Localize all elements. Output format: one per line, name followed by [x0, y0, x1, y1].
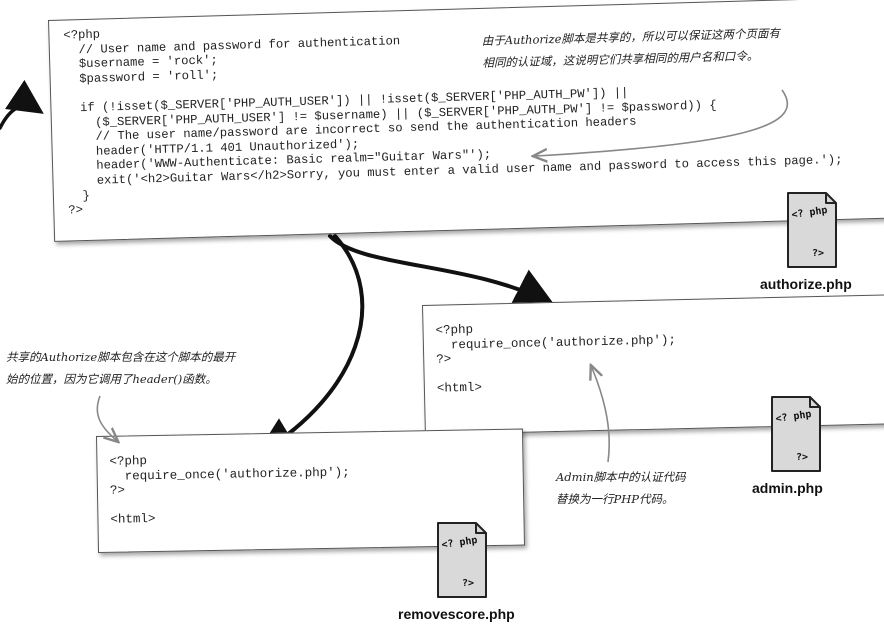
- admin-file-label: admin.php: [752, 480, 823, 496]
- code-line: <html>: [436, 380, 483, 396]
- admin-code: <?php require_once('authorize.php'); ?> …: [435, 318, 677, 396]
- annotation-line: 共享的Authorize脚本包含在这个脚本的最开: [6, 350, 236, 364]
- arrow-to-admin: [328, 234, 556, 306]
- code-line: <?php: [63, 27, 101, 43]
- php-file-icon: <? php ?>: [771, 396, 821, 472]
- php-file-icon: <? php ?>: [437, 522, 487, 598]
- annotation-shared-realm: 由于Authorize脚本是共享的，所以可以保证这两个页面有 相同的认证域，这说…: [481, 22, 780, 74]
- code-line: <?php: [435, 322, 474, 338]
- code-line: <?php: [109, 454, 148, 469]
- code-line: ?>: [68, 203, 84, 218]
- annotation-line: 始的位置，因为它调用了header()函数。: [6, 372, 217, 386]
- php-file-icon: <? php ?>: [787, 192, 837, 268]
- annotation-line: Admin脚本中的认证代码: [556, 470, 686, 484]
- authorize-file-label: authorize.php: [760, 276, 852, 292]
- code-line: // User name and password for authentica…: [63, 33, 401, 58]
- icon-php-close: ?>: [812, 248, 824, 259]
- icon-php-close: ?>: [462, 578, 474, 589]
- code-line: <html>: [110, 511, 156, 527]
- code-line: ?>: [436, 352, 452, 367]
- annotation-line: 替换为一行PHP代码。: [556, 492, 674, 506]
- removescore-file-label: removescore.php: [398, 606, 515, 622]
- arrow-to-removescore: [255, 234, 365, 457]
- pointer-top-of-script: [96, 395, 116, 440]
- code-line: require_once('authorize.php');: [109, 465, 350, 484]
- arrow-into-authorize: [0, 79, 44, 130]
- code-line: }: [67, 188, 91, 204]
- removescore-code: <?php require_once('authorize.php'); ?> …: [109, 451, 350, 528]
- code-line: $password = 'roll';: [64, 68, 219, 87]
- code-line: ?>: [109, 483, 126, 498]
- icon-php-close: ?>: [796, 452, 808, 463]
- annotation-admin-replaced: Admin脚本中的认证代码 替换为一行PHP代码。: [556, 466, 686, 510]
- annotation-top-of-script: 共享的Authorize脚本包含在这个脚本的最开 始的位置，因为它调用了head…: [6, 346, 235, 390]
